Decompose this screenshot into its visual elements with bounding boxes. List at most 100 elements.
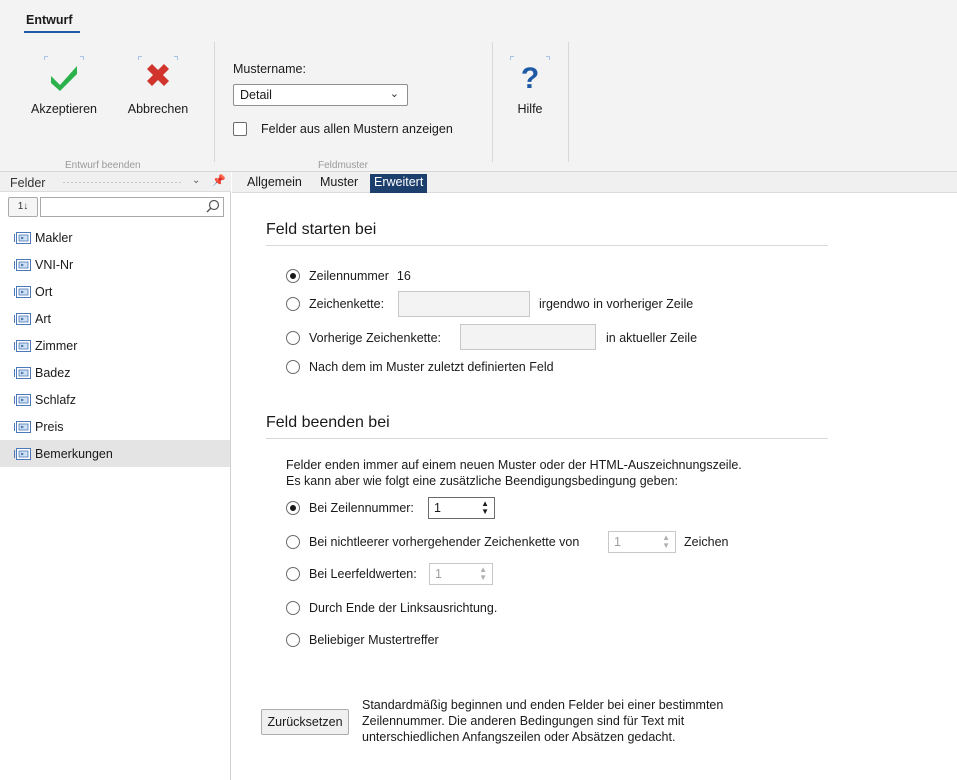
all-fields-checkbox-row[interactable]: Felder aus allen Mustern anzeigen xyxy=(233,122,453,136)
radio[interactable] xyxy=(286,633,300,647)
start-line-number-value: 16 xyxy=(396,269,411,283)
field-list-item-label: Preis xyxy=(35,419,64,434)
end-nonempty-option[interactable]: Bei nichtleerer vorhergehender Zeichenke… xyxy=(286,532,579,552)
fields-list: Makler VNI-Nr Ort Art Zimmer Badez Schlafz Prei… xyxy=(0,224,230,467)
sort-button[interactable]: 1↓ xyxy=(8,197,38,217)
radio[interactable] xyxy=(286,360,300,374)
end-nonempty-stepper[interactable]: 1 ▲ ▼ xyxy=(608,531,676,553)
start-line-number-label: Zeilennummer xyxy=(309,269,389,283)
end-description: Felder enden immer auf einem neuen Muste… xyxy=(286,457,742,489)
end-line-number-option[interactable]: Bei Zeilennummer: xyxy=(286,498,414,518)
reset-help-line: Standardmäßig beginnen und enden Felder … xyxy=(362,698,724,712)
start-line-number-option[interactable]: Zeilennummer 16 xyxy=(286,266,411,286)
chevron-down-icon: ⌄ xyxy=(389,88,399,100)
field-list-item[interactable]: Makler xyxy=(0,224,230,251)
field-icon xyxy=(14,447,32,461)
field-list-item[interactable]: Schlafz xyxy=(0,386,230,413)
field-list-item[interactable]: Zimmer xyxy=(0,332,230,359)
section-divider xyxy=(266,245,828,246)
start-prev-string-input[interactable] xyxy=(460,324,596,350)
field-list-item[interactable]: Preis xyxy=(0,413,230,440)
end-description-line: Es kann aber wie folgt eine zusätzliche … xyxy=(286,474,678,488)
fields-search-row: 1↓ xyxy=(8,196,224,218)
ribbon-tab-underline xyxy=(24,31,80,33)
drag-handle[interactable] xyxy=(62,181,182,184)
stepper-arrows-icon[interactable]: ▲ ▼ xyxy=(479,566,487,582)
advanced-panel: Feld starten bei Zeilennummer 16 Zeichen… xyxy=(232,194,957,780)
reset-button[interactable]: Zurücksetzen xyxy=(261,709,349,735)
field-list-item[interactable]: Art xyxy=(0,305,230,332)
radio[interactable] xyxy=(286,601,300,615)
radio-selected[interactable] xyxy=(286,501,300,515)
field-icon xyxy=(14,366,32,380)
end-any-match-option[interactable]: Beliebiger Mustertreffer xyxy=(286,630,439,650)
field-list-item-label: Art xyxy=(35,311,51,326)
field-list-item-label: Schlafz xyxy=(35,392,76,407)
start-prev-string-label: Vorherige Zeichenkette: xyxy=(309,331,442,345)
end-line-number-label: Bei Zeilennummer: xyxy=(309,501,414,515)
end-nonempty-value: 1 xyxy=(614,535,621,549)
field-list-item-label: Makler xyxy=(35,230,73,245)
field-icon xyxy=(14,258,32,272)
reset-help-line: Zeilennummer. Die anderen Bedingungen si… xyxy=(362,714,685,728)
accept-button[interactable]: Akzeptieren xyxy=(23,56,105,122)
ribbon-separator xyxy=(214,42,215,162)
end-any-match-label: Beliebiger Mustertreffer xyxy=(309,633,439,647)
field-list-item-label: Zimmer xyxy=(35,338,78,353)
pin-icon[interactable]: 📌 xyxy=(212,174,226,187)
end-align-option[interactable]: Durch Ende der Linksausrichtung. xyxy=(286,598,497,618)
start-string-input[interactable] xyxy=(398,291,530,317)
tab-allgemein[interactable]: Allgemein xyxy=(243,174,306,193)
field-icon xyxy=(14,312,32,326)
tab-erweitert[interactable]: Erweitert xyxy=(370,174,428,193)
mustername-label: Mustername: xyxy=(233,62,306,76)
start-after-field-option[interactable]: Nach dem im Muster zuletzt definierten F… xyxy=(286,357,554,377)
field-list-item[interactable]: Ort xyxy=(0,278,230,305)
ribbon: Entwurf Akzeptieren Abbrechen Entwurf be… xyxy=(0,0,957,172)
field-list-item[interactable]: Badez xyxy=(0,359,230,386)
group-caption-finish: Entwurf beenden xyxy=(65,160,141,168)
field-list-item[interactable]: VNI-Nr xyxy=(0,251,230,278)
checkmark-icon xyxy=(44,56,84,96)
start-string-option[interactable]: Zeichenkette: xyxy=(286,294,384,314)
end-nonempty-suffix: Zeichen xyxy=(684,535,729,549)
all-fields-label: Felder aus allen Mustern anzeigen xyxy=(261,122,453,136)
radio[interactable] xyxy=(286,297,300,311)
end-empty-option[interactable]: Bei Leerfeldwerten: xyxy=(286,564,417,584)
start-string-suffix: irgendwo in vorheriger Zeile xyxy=(539,297,694,311)
end-nonempty-label: Bei nichtleerer vorhergehender Zeichenke… xyxy=(309,535,580,549)
help-button[interactable]: ? Hilfe xyxy=(490,56,570,122)
fields-pane-title: Felder xyxy=(10,176,46,190)
field-list-item-label: Bemerkungen xyxy=(35,446,113,461)
fields-pane-header: Felder ⌄ 📌 xyxy=(0,172,231,192)
cancel-label: Abbrechen xyxy=(127,102,189,116)
start-prev-string-option[interactable]: Vorherige Zeichenkette: xyxy=(286,328,441,348)
fields-search-input[interactable] xyxy=(40,197,224,217)
all-fields-checkbox[interactable] xyxy=(233,122,247,136)
ribbon-separator xyxy=(568,42,569,162)
radio[interactable] xyxy=(286,567,300,581)
cancel-button[interactable]: Abbrechen xyxy=(118,56,198,122)
tab-muster[interactable]: Muster xyxy=(316,174,362,193)
ribbon-tab-entwurf[interactable]: Entwurf xyxy=(26,13,73,27)
reset-help-line: unterschiedlichen Anfangszeilen oder Abs… xyxy=(362,730,676,744)
detail-tabbar: Allgemein Muster Erweitert xyxy=(232,172,957,193)
radio-selected[interactable] xyxy=(286,269,300,283)
mustername-value: Detail xyxy=(240,88,272,102)
sort-icon: 1↓ xyxy=(17,201,29,212)
chevron-down-icon[interactable]: ⌄ xyxy=(192,175,200,186)
radio[interactable] xyxy=(286,331,300,345)
search-icon xyxy=(206,199,220,213)
field-list-item[interactable]: Bemerkungen xyxy=(0,440,230,467)
stepper-arrows-icon[interactable]: ▲ ▼ xyxy=(481,500,489,516)
mustername-select[interactable]: Detail ⌄ xyxy=(233,84,408,106)
radio[interactable] xyxy=(286,535,300,549)
field-list-item-label: VNI-Nr xyxy=(35,257,74,272)
start-prev-string-suffix: in aktueller Zeile xyxy=(606,331,698,345)
svg-text:?: ? xyxy=(521,62,539,95)
start-after-field-label: Nach dem im Muster zuletzt definierten F… xyxy=(309,360,554,374)
end-empty-stepper[interactable]: 1 ▲ ▼ xyxy=(429,563,493,585)
field-list-item-label: Ort xyxy=(35,284,53,299)
stepper-arrows-icon[interactable]: ▲ ▼ xyxy=(662,534,670,550)
end-line-number-stepper[interactable]: 1 ▲ ▼ xyxy=(428,497,495,519)
